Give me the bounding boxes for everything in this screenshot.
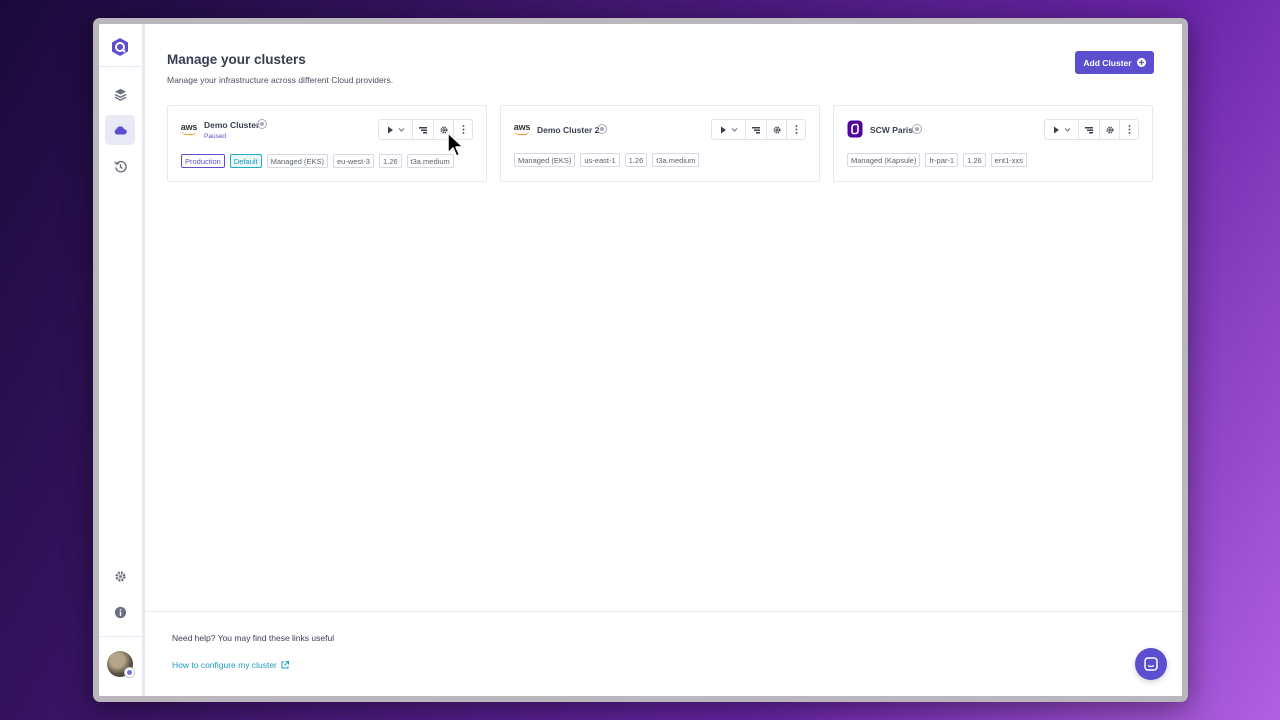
- plus-circle-icon: [1136, 58, 1146, 67]
- kebab-icon: [1128, 125, 1130, 134]
- tag-version: 1.26: [378, 154, 402, 168]
- footer-divider: [145, 611, 1182, 612]
- kebab-icon: [795, 125, 797, 134]
- add-cluster-button[interactable]: Add Cluster: [1075, 51, 1154, 74]
- cluster-tags: Managed (EKS) us-east-1 1.26 t3a.medium: [514, 153, 700, 167]
- settings-button[interactable]: [1100, 120, 1120, 139]
- cloud-icon[interactable]: [105, 115, 135, 145]
- cluster-card[interactable]: aws Demo Cluster 2 Managed (EKS) us-east…: [500, 105, 820, 182]
- play-icon: [720, 126, 737, 133]
- cluster-actions: [711, 119, 806, 140]
- cluster-tags: Managed (Kapsule) fr-par-1 1.26 ent1-xxs: [847, 153, 1028, 167]
- cluster-card[interactable]: SCW Paris Managed (Kapsule) fr-par-1 1.2…: [833, 105, 1153, 182]
- tag-cluster-type: Managed (Kapsule): [847, 153, 921, 167]
- tag-region: eu-west-3: [333, 154, 374, 168]
- chat-support-button[interactable]: [1135, 648, 1167, 680]
- tag-version: 1.26: [624, 153, 648, 167]
- aws-logo-icon: aws: [180, 120, 198, 138]
- logs-icon: [1085, 126, 1093, 133]
- gear-icon: [773, 126, 780, 133]
- tag-instance-type: t3a.medium: [652, 153, 700, 167]
- play-icon: [387, 126, 404, 133]
- cluster-tags: Production Default Managed (EKS) eu-west…: [181, 154, 454, 168]
- logs-button[interactable]: [746, 120, 767, 139]
- tag-version: 1.26: [963, 153, 986, 167]
- layers-icon[interactable]: [105, 79, 135, 109]
- avatar-badge: [124, 667, 135, 678]
- more-menu-button[interactable]: [787, 120, 805, 139]
- tag-region: fr-par-1: [925, 153, 959, 167]
- cluster-status: Paused: [204, 133, 227, 140]
- status-indicator-icon: [912, 124, 922, 134]
- info-icon[interactable]: [105, 597, 135, 627]
- cluster-card[interactable]: aws Demo Cluster Paused Production Defau…: [167, 105, 487, 182]
- gear-icon: [1106, 126, 1113, 133]
- play-icon: [1053, 126, 1070, 133]
- configure-cluster-link[interactable]: How to configure my cluster: [172, 660, 289, 670]
- status-indicator-icon: [257, 119, 267, 129]
- cluster-name: SCW Paris: [870, 125, 913, 135]
- tag-default: Default: [229, 154, 262, 168]
- deploy-dropdown-button[interactable]: [1045, 120, 1079, 139]
- deploy-dropdown-button[interactable]: [712, 120, 746, 139]
- app-window: Manage your clusters Manage your infrast…: [99, 24, 1182, 696]
- status-indicator-icon: [597, 124, 607, 134]
- qovery-logo-icon[interactable]: [105, 32, 135, 62]
- mouse-cursor-icon: [447, 132, 464, 157]
- tag-cluster-type: Managed (EKS): [514, 153, 576, 167]
- logs-icon: [752, 126, 760, 133]
- scaleway-logo-icon: [846, 120, 864, 138]
- logs-button[interactable]: [1079, 120, 1100, 139]
- sidebar-divider: [99, 636, 142, 637]
- cluster-name: Demo Cluster: [204, 120, 260, 130]
- cluster-actions: [1044, 119, 1139, 140]
- aws-logo-icon: aws: [513, 120, 531, 138]
- logs-icon: [419, 126, 427, 133]
- main-content: Manage your clusters Manage your infrast…: [145, 24, 1182, 696]
- help-text: Need help? You may find these links usef…: [172, 633, 335, 643]
- history-icon[interactable]: [105, 151, 135, 181]
- tag-instance-type: ent1-xxs: [990, 153, 1028, 167]
- tag-region: us-east-1: [580, 153, 620, 167]
- sidebar: [99, 24, 145, 696]
- logs-button[interactable]: [413, 120, 434, 139]
- configure-cluster-link-text: How to configure my cluster: [172, 660, 277, 670]
- add-cluster-label: Add Cluster: [1083, 57, 1132, 68]
- page-title: Manage your clusters: [167, 52, 306, 67]
- more-menu-button[interactable]: [1120, 120, 1138, 139]
- chat-icon: [1144, 657, 1158, 671]
- cluster-name: Demo Cluster 2: [537, 125, 600, 135]
- tag-production: Production: [181, 154, 225, 168]
- tag-cluster-type: Managed (EKS): [266, 154, 328, 168]
- browser-frame: Manage your clusters Manage your infrast…: [93, 18, 1188, 702]
- deploy-dropdown-button[interactable]: [379, 120, 413, 139]
- sidebar-divider: [99, 66, 142, 67]
- external-link-icon: [281, 661, 289, 669]
- page-subtitle: Manage your infrastructure across differ…: [167, 75, 394, 85]
- gear-icon[interactable]: [105, 561, 135, 591]
- settings-button[interactable]: [767, 120, 787, 139]
